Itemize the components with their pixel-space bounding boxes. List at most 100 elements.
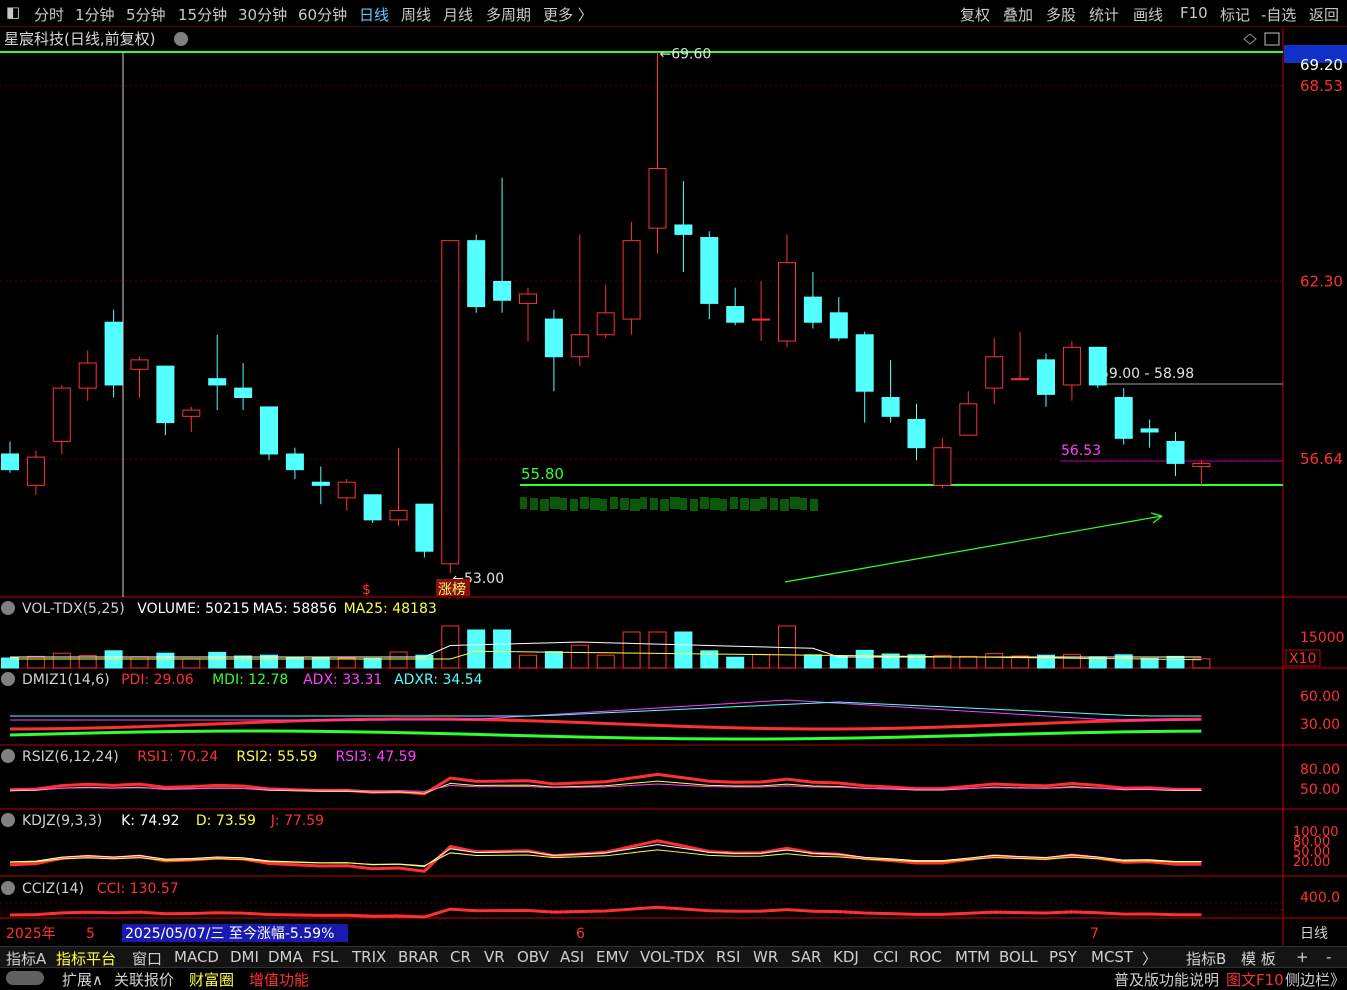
mark-button[interactable]: 标记 <box>1220 4 1250 25</box>
obscured-text-block <box>590 498 600 510</box>
multi-stock-button[interactable]: 多股 <box>1046 4 1076 25</box>
indicator-tab[interactable]: RSI <box>716 948 740 966</box>
obscured-text-block <box>640 497 647 509</box>
candle-body <box>337 481 356 499</box>
status-bar-item[interactable]: 关联报价 <box>114 969 174 990</box>
indicator-tab[interactable]: 指标B <box>1186 948 1226 969</box>
candle-body <box>415 503 434 552</box>
indicator-tab[interactable]: KDJ <box>833 948 859 966</box>
period-60min[interactable]: 60分钟 <box>298 4 347 25</box>
candle-body <box>285 453 304 471</box>
add-tab-icon[interactable]: + <box>1296 948 1309 966</box>
volume-bar <box>389 651 408 669</box>
indicator-tab[interactable]: EMV <box>596 948 629 966</box>
period-1min[interactable]: 1分钟 <box>75 4 115 25</box>
period-5min[interactable]: 5分钟 <box>126 4 166 25</box>
obscured-text-block <box>540 499 549 511</box>
period-weekly[interactable]: 周线 <box>401 4 431 25</box>
period-label: 日线 <box>1300 926 1328 942</box>
mdi-line <box>9 729 1202 741</box>
status-bar-item[interactable]: 财富圈 <box>189 969 234 990</box>
panel-menu-icon <box>1 601 15 615</box>
volume-bar <box>52 652 71 669</box>
indicator-tab[interactable]: FSL <box>312 948 338 966</box>
indicator-tab[interactable]: BOLL <box>999 948 1038 966</box>
indicator-tab[interactable]: DMI <box>230 948 259 966</box>
status-bar-item[interactable]: 侧边栏》 <box>1285 969 1345 990</box>
f10-button[interactable]: F10 <box>1180 4 1208 22</box>
candle-body <box>52 387 71 442</box>
indicator-tab[interactable]: ASI <box>560 948 584 966</box>
candle-body <box>234 387 253 399</box>
back-button[interactable]: 返回 <box>1309 4 1339 25</box>
s-marker: $ <box>362 582 371 598</box>
adxr-line <box>10 701 1202 717</box>
statistics-button[interactable]: 统计 <box>1089 4 1119 25</box>
panel-menu-icon <box>1 749 15 763</box>
indicator-tab[interactable]: 指标平台 <box>56 948 116 969</box>
indicator-tab[interactable]: DMA <box>268 948 303 966</box>
indicator-tab[interactable]: VR <box>484 948 505 966</box>
candle-body <box>1037 359 1055 395</box>
status-bar-item[interactable]: 普及版功能说明 <box>1114 969 1219 990</box>
panel-value: RSI1: 70.24 <box>137 749 218 765</box>
status-bar-item[interactable]: 扩展∧ <box>62 969 103 990</box>
candle-body <box>985 356 1004 389</box>
overlay-button[interactable]: 叠加 <box>1003 4 1033 25</box>
period-more[interactable]: 更多 〉 <box>543 4 593 25</box>
draw-line-button[interactable]: 画线 <box>1133 4 1163 25</box>
restore-rights-button[interactable]: 复权 <box>960 4 990 25</box>
candle-body <box>1140 428 1159 433</box>
indicator-tab[interactable]: 指标A <box>6 948 46 969</box>
candle-body <box>1114 397 1133 439</box>
watchlist-button[interactable]: -自选 <box>1261 4 1296 25</box>
volume-bar <box>441 625 460 669</box>
indicator-tab[interactable]: 窗口 <box>132 948 162 969</box>
indicator-tab[interactable]: OBV <box>517 948 549 966</box>
high-price-label: ←69.60 <box>660 46 712 62</box>
panel-value: PDI: 29.06 <box>121 672 194 688</box>
period-daily[interactable]: 日线 <box>359 4 389 25</box>
period-15min[interactable]: 15分钟 <box>178 4 227 25</box>
indicator-tab[interactable]: TRIX <box>352 948 386 966</box>
period-multi[interactable]: 多周期 <box>486 4 531 25</box>
remove-tab-icon[interactable]: - <box>1326 948 1331 966</box>
kdj-axis-label: 20.00 <box>1293 855 1330 870</box>
title-dropdown-icon <box>174 32 188 46</box>
indicator-tab[interactable]: MCST <box>1091 948 1133 966</box>
kline-chart[interactable]: 星宸科技(日线,前复权) 69.20 68.53 62.30 56.64 55.80 59.… <box>0 0 1347 989</box>
vol-axis-label: 15000 <box>1300 630 1345 646</box>
candle-body <box>78 362 97 389</box>
period-30min[interactable]: 30分钟 <box>238 4 287 25</box>
indicator-tab[interactable]: ROC <box>909 948 942 966</box>
status-bar-item[interactable]: 增值功能 <box>249 969 309 990</box>
panel-value: VOLUME: 50215 <box>137 601 249 617</box>
indicator-tab[interactable]: WR <box>753 948 778 966</box>
date-month-5: 5 <box>86 926 95 942</box>
indicator-tab[interactable]: 模 板 <box>1241 948 1276 969</box>
obscured-text-block <box>570 499 578 511</box>
rsi-axis-label: 50.00 <box>1300 782 1340 798</box>
volume-bar <box>493 629 512 669</box>
obscured-text-block <box>660 499 669 511</box>
indicator-tab[interactable]: 〉 <box>1142 948 1157 969</box>
menu-icon[interactable]: ◧ <box>6 3 20 21</box>
indicator-tab[interactable]: BRAR <box>398 948 439 966</box>
indicator-tab[interactable]: CR <box>450 948 471 966</box>
volume-bar <box>1166 655 1185 669</box>
period-monthly[interactable]: 月线 <box>443 4 473 25</box>
indicator-tab[interactable]: VOL-TDX <box>640 948 705 966</box>
indicator-tab[interactable]: SAR <box>791 948 821 966</box>
indicator-tab[interactable]: PSY <box>1049 948 1077 966</box>
date-month-7: 7 <box>1090 926 1099 942</box>
indicator-tab[interactable]: MACD <box>174 948 219 966</box>
indicator-tab[interactable]: CCI <box>873 948 898 966</box>
status-bar-item[interactable]: 图文F10 <box>1226 969 1284 990</box>
volume-bar <box>1062 653 1081 669</box>
volume-bar <box>156 652 175 669</box>
toggle-switch[interactable] <box>6 971 44 985</box>
candle-body <box>803 296 822 323</box>
cci-axis-label: 400.0 <box>1300 890 1340 906</box>
indicator-tab[interactable]: MTM <box>955 948 990 966</box>
period-timeshare[interactable]: 分时 <box>34 4 64 25</box>
